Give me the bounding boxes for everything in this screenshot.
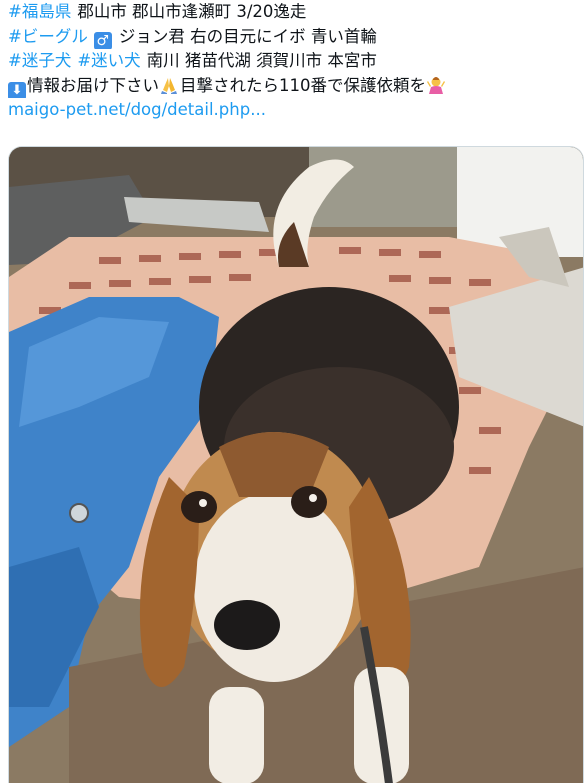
- male-sign-icon: ♂: [93, 31, 112, 49]
- person-gesturing-icon: [426, 76, 446, 94]
- tweet-line-3: #迷子犬 #迷い犬 南川 猪苗代湖 須賀川市 本宮市: [8, 49, 583, 74]
- dog-description-text: ジョン君 右の目元にイボ 青い首輪: [118, 26, 377, 46]
- location-text: 郡山市 郡山市逢瀬町 3/20逸走: [77, 2, 307, 21]
- hashtag-stray-dog[interactable]: #迷い犬: [77, 51, 140, 70]
- folded-hands-icon: [159, 76, 179, 94]
- tweet-line-1: #福島県 郡山市 郡山市逢瀬町 3/20逸走: [8, 0, 583, 25]
- down-arrow-icon: ⬇: [8, 81, 26, 98]
- tweet-photo[interactable]: [8, 146, 584, 783]
- hashtag-fukushima[interactable]: #福島県: [8, 2, 71, 21]
- report-request-text: 目撃されたら110番で保護依頼を: [180, 75, 426, 95]
- tweet-line-2: #ビーグル ♂ ジョン君 右の目元にイボ 青い首輪: [8, 25, 583, 49]
- hashtag-lost-dog[interactable]: #迷子犬: [8, 51, 71, 70]
- tweet-text: #福島県 郡山市 郡山市逢瀬町 3/20逸走 #ビーグル ♂ ジョン君 右の目元にイボ…: [8, 0, 583, 123]
- tweet-link[interactable]: maigo-pet.net/dog/detail.php...: [8, 98, 583, 123]
- tweet-line-4: ⬇ 情報お届け下さい 目撃されたら110番で保護依頼を: [8, 74, 583, 98]
- area-text: 南川 猪苗代湖 須賀川市 本宮市: [146, 51, 377, 70]
- hashtag-beagle[interactable]: #ビーグル: [8, 27, 88, 46]
- request-text: 情報お届け下さい: [27, 75, 159, 95]
- beagle-photo: [9, 147, 583, 783]
